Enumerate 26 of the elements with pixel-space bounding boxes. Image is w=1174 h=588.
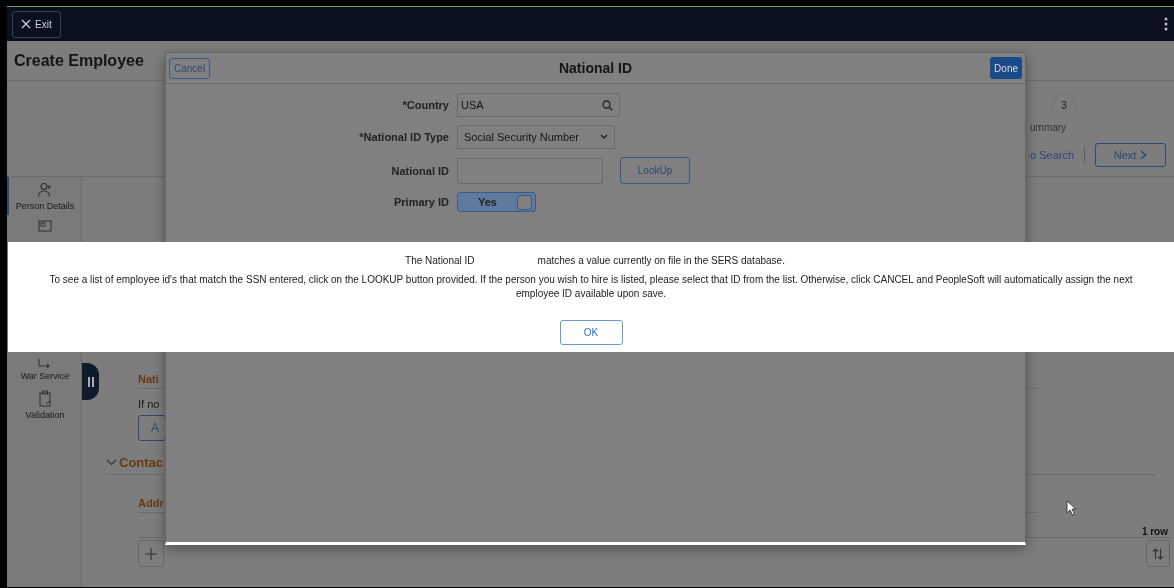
lookup-button[interactable]: LookUp bbox=[620, 157, 690, 184]
page-title: Create Employee bbox=[14, 51, 144, 70]
row-count: 1 row bbox=[1140, 526, 1168, 537]
back-to-search-link[interactable]: o Search bbox=[1030, 149, 1075, 161]
sidebar-item[interactable]: War Service bbox=[7, 353, 81, 385]
sidebar-item[interactable]: Validation bbox=[7, 385, 81, 424]
cancel-button[interactable]: Cancel bbox=[169, 57, 211, 79]
country-field[interactable]: USA bbox=[457, 93, 620, 117]
ok-button[interactable]: OK bbox=[559, 320, 623, 345]
done-button[interactable]: Done bbox=[990, 57, 1022, 79]
exit-button[interactable]: Exit bbox=[12, 10, 61, 38]
sidebar-item[interactable]: Person Details bbox=[7, 177, 81, 215]
field-label: *National ID Type bbox=[358, 131, 449, 143]
section-heading: Contac bbox=[119, 455, 164, 470]
primary-id-toggle[interactable]: Yes bbox=[457, 192, 536, 212]
field-label: National ID bbox=[390, 164, 449, 177]
id-type-dropdown[interactable]: Social Security Number bbox=[457, 125, 615, 149]
message-text: To see a list of employee id's that match the SSN entered, click on the LOOKUP button provided. If the person you wish to hire is listed, please select that ID from the list. Otherwise, click CANCEL and PeopleSoft will automatically assign the next employee ID available upon save. bbox=[48, 273, 1134, 301]
dialog-title: National ID bbox=[558, 60, 633, 76]
step-label: ummary bbox=[1030, 122, 1068, 133]
field-label: *Country bbox=[401, 99, 449, 111]
message-text: matches a value currently on file in the SERS database. bbox=[537, 255, 785, 266]
next-button[interactable]: Next bbox=[1095, 143, 1167, 167]
message-text: The National ID bbox=[405, 255, 475, 266]
body-text: If no bbox=[138, 398, 161, 410]
field-label: Primary ID bbox=[392, 196, 449, 208]
